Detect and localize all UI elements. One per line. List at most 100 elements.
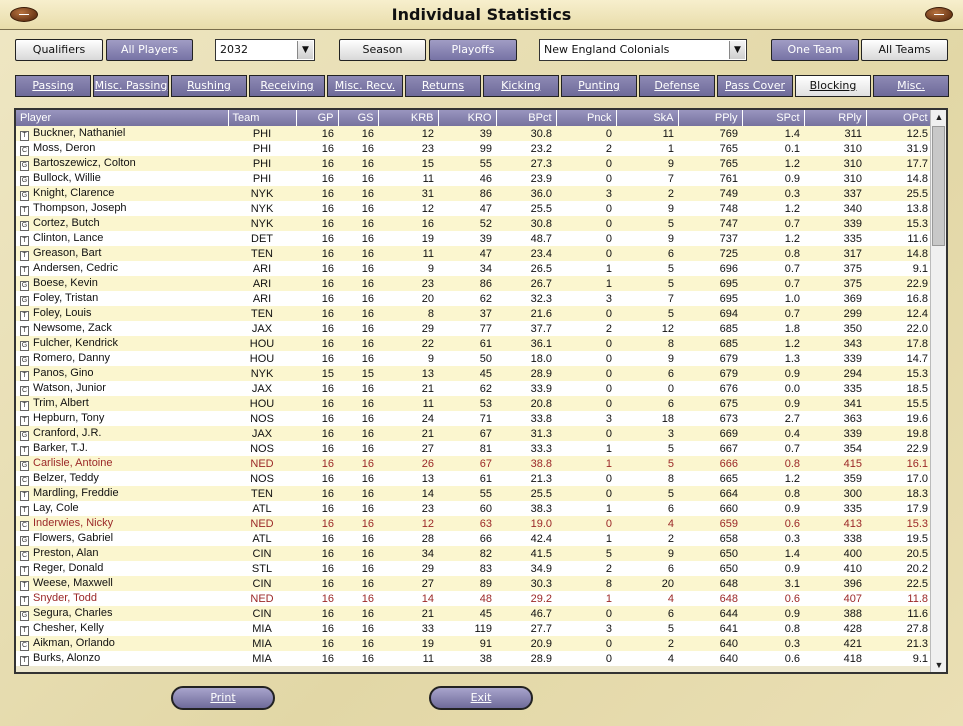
player-name[interactable]: Knight, Clarence <box>33 187 114 199</box>
table-row[interactable]: T Lay, Cole ATL 16 16 23 60 38.3 1 6 660 0.9 335 17.9 <box>16 501 932 516</box>
player-name[interactable]: Belzer, Teddy <box>33 472 99 484</box>
tab-kicking[interactable]: Kicking <box>483 75 559 97</box>
table-row[interactable]: G Boese, Kevin ARI 16 16 23 86 26.7 1 5 695 0.7 375 2… <box>16 276 932 291</box>
player-name[interactable]: Andersen, Cedric <box>33 262 118 274</box>
column-header-opct[interactable]: OPct <box>866 110 933 126</box>
player-cell[interactable]: T Andersen, Cedric <box>16 261 228 276</box>
tab-misc-passing[interactable]: Misc. Passing <box>93 75 169 97</box>
year-select[interactable]: 2032 ▼ <box>215 39 315 61</box>
column-header-pnck[interactable]: Pnck <box>556 110 617 126</box>
column-header-kro[interactable]: KRO <box>438 110 497 126</box>
player-name[interactable]: Reger, Donald <box>33 562 103 574</box>
table-row[interactable]: C Watson, Junior JAX 16 16 21 62 33.9 0 0 676 0.0 33… <box>16 381 932 396</box>
tab-pass-cover[interactable]: Pass Cover <box>717 75 793 97</box>
all-players-button[interactable]: All Players <box>106 39 193 61</box>
table-row[interactable]: T Trim, Albert HOU 16 16 11 53 20.8 0 6 675 0.9 341 1… <box>16 396 932 411</box>
column-header-gs[interactable]: GS <box>338 110 379 126</box>
player-cell[interactable]: T Panos, Gino <box>16 366 228 381</box>
player-name[interactable]: Carlisle, Antoine <box>33 457 113 469</box>
column-header-gp[interactable]: GP <box>296 110 339 126</box>
table-row[interactable]: C Inderwies, Nicky NED 16 16 12 63 19.0 0 4 659 0.6… <box>16 516 932 531</box>
chevron-down-icon[interactable]: ▼ <box>297 41 313 59</box>
table-row[interactable]: G Bartoszewicz, Colton PHI 16 16 15 55 27.3 0 9 76… <box>16 156 932 171</box>
exit-button[interactable]: Exit <box>429 686 533 710</box>
player-name[interactable]: Greason, Bart <box>33 247 101 259</box>
column-header-team[interactable]: Team <box>228 110 297 126</box>
player-cell[interactable]: C Belzer, Teddy <box>16 471 228 486</box>
player-name[interactable]: Trim, Albert <box>33 397 89 409</box>
table-row[interactable]: T Newsome, Zack JAX 16 16 29 77 37.7 2 12 685 1.8 35… <box>16 321 932 336</box>
tab-misc-recv[interactable]: Misc. Recv. <box>327 75 403 97</box>
print-button[interactable]: Print <box>171 686 275 710</box>
player-name[interactable]: Barker, T.J. <box>33 442 88 454</box>
tab-receiving[interactable]: Receiving <box>249 75 325 97</box>
season-button[interactable]: Season <box>339 39 426 61</box>
table-row[interactable]: T Greason, Bart TEN 16 16 11 47 23.4 0 6 725 0.8 317… <box>16 246 932 261</box>
player-name[interactable]: Flowers, Gabriel <box>33 532 113 544</box>
player-name[interactable]: Foley, Tristan <box>33 292 98 304</box>
player-cell[interactable]: T Greason, Bart <box>16 246 228 261</box>
player-cell[interactable]: G Knight, Clarence <box>16 186 228 201</box>
table-row[interactable]: T Panos, Gino NYK 15 15 13 45 28.9 0 6 679 0.9 294 15… <box>16 366 932 381</box>
player-name[interactable]: Foley, Louis <box>33 307 92 319</box>
player-name[interactable]: Burks, Alonzo <box>33 652 100 664</box>
vertical-scrollbar[interactable]: ▲ ▼ <box>930 110 946 672</box>
column-header-ska[interactable]: SkA <box>616 110 679 126</box>
player-name[interactable]: Fulcher, Kendrick <box>33 337 118 349</box>
player-cell[interactable]: C Aikman, Orlando <box>16 636 228 651</box>
player-name[interactable]: Boese, Kevin <box>33 277 98 289</box>
player-cell[interactable]: C Moss, Deron <box>16 141 228 156</box>
column-header-bpct[interactable]: BPct <box>496 110 557 126</box>
tab-returns[interactable]: Returns <box>405 75 481 97</box>
player-name[interactable]: Hepburn, Tony <box>33 412 104 424</box>
player-name[interactable]: Buckner, Nathaniel <box>33 127 125 139</box>
player-cell[interactable]: T Trim, Albert <box>16 396 228 411</box>
table-row[interactable]: T Burks, Alonzo MIA 16 16 11 38 28.9 0 4 640 0.6 418… <box>16 651 932 666</box>
player-name[interactable]: Preston, Alan <box>33 547 98 559</box>
player-cell[interactable]: G Fulcher, Kendrick <box>16 336 228 351</box>
player-cell[interactable]: T Lay, Cole <box>16 501 228 516</box>
column-header-spct[interactable]: SPct <box>742 110 805 126</box>
table-row[interactable]: C Aikman, Orlando MIA 16 16 19 91 20.9 0 2 640 0.3 4… <box>16 636 932 651</box>
table-row[interactable]: T Reger, Donald STL 16 16 29 83 34.9 2 6 650 0.9 410… <box>16 561 932 576</box>
player-cell[interactable]: G Bullock, Willie <box>16 171 228 186</box>
player-cell[interactable]: T Hepburn, Tony <box>16 411 228 426</box>
player-cell[interactable]: T Thompson, Joseph <box>16 201 228 216</box>
table-row[interactable]: G Flowers, Gabriel ATL 16 16 28 66 42.4 1 2 658 0.3… <box>16 531 932 546</box>
player-cell[interactable]: T Chesher, Kelly <box>16 621 228 636</box>
player-cell[interactable]: G Flowers, Gabriel <box>16 531 228 546</box>
player-name[interactable]: Cortez, Butch <box>33 217 100 229</box>
table-row[interactable]: G Carlisle, Antoine NED 16 16 26 67 38.8 1 5 666 0.… <box>16 456 932 471</box>
table-row[interactable]: G Cranford, J.R. JAX 16 16 21 67 31.3 0 3 669 0.4 33… <box>16 426 932 441</box>
table-row[interactable]: T Mardling, Freddie TEN 16 16 14 55 25.5 0 5 664 0.… <box>16 486 932 501</box>
player-name[interactable]: Moss, Deron <box>33 142 95 154</box>
player-name[interactable]: Segura, Charles <box>33 607 113 619</box>
one-team-button[interactable]: One Team <box>771 39 859 61</box>
table-row[interactable]: T Buckner, Nathaniel PHI 16 16 12 39 30.8 0 11 769… <box>16 126 932 141</box>
table-row[interactable]: G Bullock, Willie PHI 16 16 11 46 23.9 0 7 761 0.9 3… <box>16 171 932 186</box>
player-cell[interactable]: G Foley, Tristan <box>16 291 228 306</box>
player-cell[interactable]: G Cranford, J.R. <box>16 426 228 441</box>
column-header-pply[interactable]: PPly <box>678 110 743 126</box>
table-row[interactable]: T Thompson, Joseph NYK 16 16 12 47 25.5 0 9 748 1.2… <box>16 201 932 216</box>
player-cell[interactable]: G Segura, Charles <box>16 606 228 621</box>
player-name[interactable]: Aikman, Orlando <box>33 637 115 649</box>
qualifiers-button[interactable]: Qualifiers <box>15 39 103 61</box>
table-row[interactable]: G Fulcher, Kendrick HOU 16 16 22 61 36.1 0 8 685 1.… <box>16 336 932 351</box>
player-name[interactable]: Snyder, Todd <box>33 592 97 604</box>
table-row[interactable]: G Romero, Danny HOU 16 16 9 50 18.0 0 9 679 1.3 339 1… <box>16 351 932 366</box>
player-cell[interactable]: C Watson, Junior <box>16 381 228 396</box>
player-cell[interactable]: T Foley, Louis <box>16 306 228 321</box>
player-name[interactable]: Clinton, Lance <box>33 232 103 244</box>
table-row[interactable]: G Knight, Clarence NYK 16 16 31 86 36.0 3 2 749 0.3… <box>16 186 932 201</box>
player-name[interactable]: Chesher, Kelly <box>33 622 104 634</box>
table-row[interactable]: C Preston, Alan CIN 16 16 34 82 41.5 5 9 650 1.4 400… <box>16 546 932 561</box>
table-row[interactable]: T Foley, Louis TEN 16 16 8 37 21.6 0 5 694 0.7 299 12… <box>16 306 932 321</box>
player-cell[interactable]: T Clinton, Lance <box>16 231 228 246</box>
player-name[interactable]: Watson, Junior <box>33 382 106 394</box>
player-cell[interactable]: G Boese, Kevin <box>16 276 228 291</box>
player-cell[interactable]: T Buckner, Nathaniel <box>16 126 228 141</box>
player-cell[interactable]: T Weese, Maxwell <box>16 576 228 591</box>
tab-rushing[interactable]: Rushing <box>171 75 247 97</box>
playoffs-button[interactable]: Playoffs <box>429 39 517 61</box>
